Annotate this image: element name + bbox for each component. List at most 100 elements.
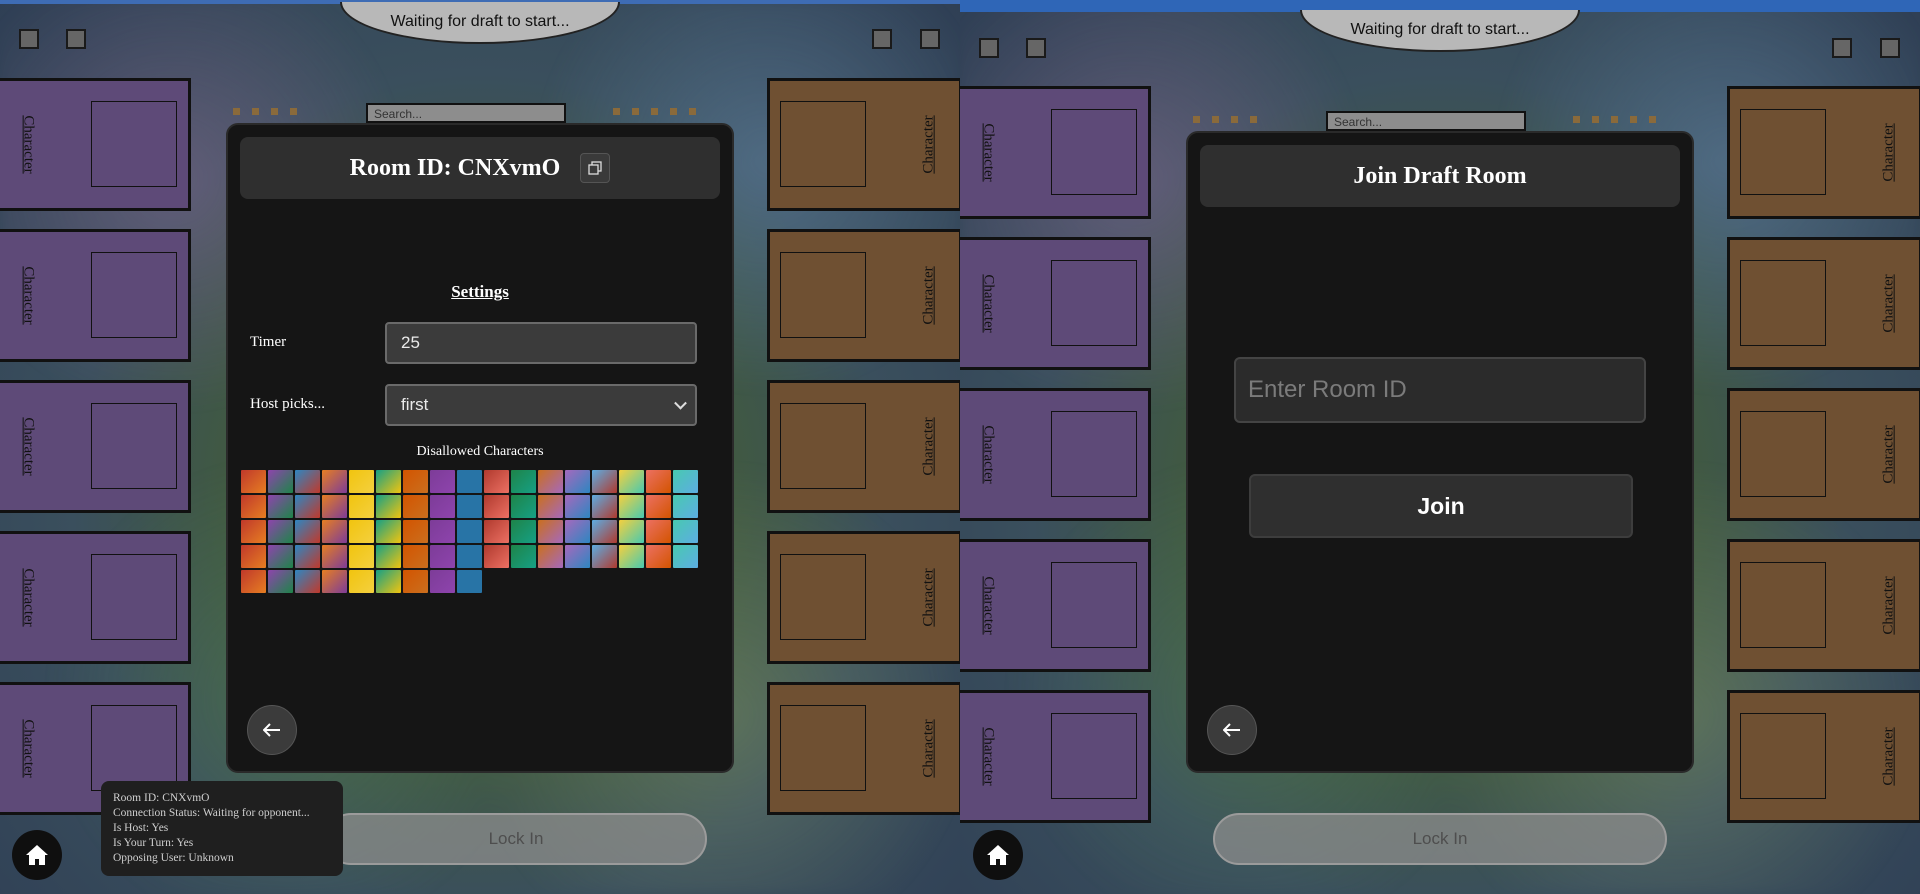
- character-tile[interactable]: [241, 520, 266, 543]
- character-tile[interactable]: [673, 470, 698, 493]
- character-tile[interactable]: [592, 520, 617, 543]
- character-tile[interactable]: [619, 520, 644, 543]
- character-tile[interactable]: [646, 545, 671, 568]
- character-tile[interactable]: [295, 495, 320, 518]
- corner-square-button[interactable]: [872, 29, 892, 49]
- character-tile[interactable]: [349, 570, 374, 593]
- corner-square-button[interactable]: [1880, 38, 1900, 58]
- timer-input[interactable]: 25: [385, 322, 697, 364]
- character-tile[interactable]: [457, 570, 482, 593]
- character-tile[interactable]: [646, 520, 671, 543]
- corner-square-button[interactable]: [66, 29, 86, 49]
- character-portrait-box: [1740, 562, 1826, 648]
- character-tile[interactable]: [268, 495, 293, 518]
- slot-label: Character: [20, 115, 37, 174]
- character-tile[interactable]: [403, 545, 428, 568]
- character-tile[interactable]: [457, 495, 482, 518]
- character-tile[interactable]: [268, 570, 293, 593]
- back-button[interactable]: [1207, 705, 1257, 755]
- character-tile[interactable]: [241, 545, 266, 568]
- character-tile[interactable]: [322, 495, 347, 518]
- character-tile[interactable]: [322, 520, 347, 543]
- lock-in-button[interactable]: Lock In: [1213, 813, 1667, 865]
- character-tile[interactable]: [430, 545, 455, 568]
- character-tile[interactable]: [511, 520, 536, 543]
- corner-square-button[interactable]: [920, 29, 940, 49]
- corner-square-button[interactable]: [1832, 38, 1852, 58]
- character-tile[interactable]: [673, 495, 698, 518]
- character-tile[interactable]: [538, 520, 563, 543]
- character-tile[interactable]: [484, 520, 509, 543]
- join-button[interactable]: Join: [1249, 474, 1633, 538]
- character-tile[interactable]: [511, 470, 536, 493]
- character-tile[interactable]: [430, 470, 455, 493]
- character-tile[interactable]: [538, 470, 563, 493]
- character-tile[interactable]: [268, 545, 293, 568]
- character-tile[interactable]: [592, 495, 617, 518]
- character-tile[interactable]: [349, 520, 374, 543]
- character-tile[interactable]: [457, 520, 482, 543]
- character-tile[interactable]: [295, 545, 320, 568]
- character-tile[interactable]: [295, 520, 320, 543]
- corner-square-button[interactable]: [19, 29, 39, 49]
- character-tile[interactable]: [430, 495, 455, 518]
- character-tile[interactable]: [295, 470, 320, 493]
- character-tile[interactable]: [565, 470, 590, 493]
- character-tile[interactable]: [457, 545, 482, 568]
- character-tile[interactable]: [619, 545, 644, 568]
- character-search-input[interactable]: Search...: [366, 103, 566, 123]
- character-tile[interactable]: [403, 470, 428, 493]
- character-tile[interactable]: [268, 470, 293, 493]
- character-tile[interactable]: [349, 470, 374, 493]
- character-tile[interactable]: [484, 495, 509, 518]
- character-tile[interactable]: [538, 545, 563, 568]
- character-tile[interactable]: [430, 520, 455, 543]
- character-tile[interactable]: [484, 545, 509, 568]
- character-tile[interactable]: [619, 470, 644, 493]
- character-tile[interactable]: [565, 520, 590, 543]
- room-id-input[interactable]: Enter Room ID: [1234, 357, 1646, 423]
- corner-square-button[interactable]: [979, 38, 999, 58]
- corner-square-button[interactable]: [1026, 38, 1046, 58]
- character-tile[interactable]: [538, 495, 563, 518]
- character-tile[interactable]: [241, 570, 266, 593]
- character-tile[interactable]: [376, 495, 401, 518]
- character-tile[interactable]: [349, 545, 374, 568]
- character-tile[interactable]: [376, 520, 401, 543]
- home-button[interactable]: [973, 830, 1023, 880]
- host-picks-select[interactable]: first: [385, 384, 697, 426]
- character-tile[interactable]: [646, 495, 671, 518]
- character-tile[interactable]: [673, 520, 698, 543]
- character-tile[interactable]: [457, 470, 482, 493]
- home-button[interactable]: [12, 830, 62, 880]
- character-tile[interactable]: [322, 470, 347, 493]
- character-tile[interactable]: [322, 545, 347, 568]
- back-button[interactable]: [247, 705, 297, 755]
- character-tile[interactable]: [376, 570, 401, 593]
- character-tile[interactable]: [565, 495, 590, 518]
- character-tile[interactable]: [619, 495, 644, 518]
- character-tile[interactable]: [268, 520, 293, 543]
- character-tile[interactable]: [592, 470, 617, 493]
- character-tile[interactable]: [511, 545, 536, 568]
- character-tile[interactable]: [322, 570, 347, 593]
- character-tile[interactable]: [592, 545, 617, 568]
- character-search-input[interactable]: Search...: [1326, 111, 1526, 131]
- character-tile[interactable]: [376, 470, 401, 493]
- character-tile[interactable]: [349, 495, 374, 518]
- character-tile[interactable]: [565, 545, 590, 568]
- character-tile[interactable]: [403, 520, 428, 543]
- character-tile[interactable]: [511, 495, 536, 518]
- lock-in-button[interactable]: Lock In: [325, 813, 707, 865]
- copy-room-id-button[interactable]: [580, 153, 611, 183]
- character-tile[interactable]: [295, 570, 320, 593]
- character-tile[interactable]: [673, 545, 698, 568]
- character-tile[interactable]: [430, 570, 455, 593]
- character-tile[interactable]: [484, 470, 509, 493]
- character-tile[interactable]: [403, 495, 428, 518]
- character-tile[interactable]: [376, 545, 401, 568]
- character-tile[interactable]: [403, 570, 428, 593]
- character-tile[interactable]: [646, 470, 671, 493]
- character-tile[interactable]: [241, 495, 266, 518]
- character-tile[interactable]: [241, 470, 266, 493]
